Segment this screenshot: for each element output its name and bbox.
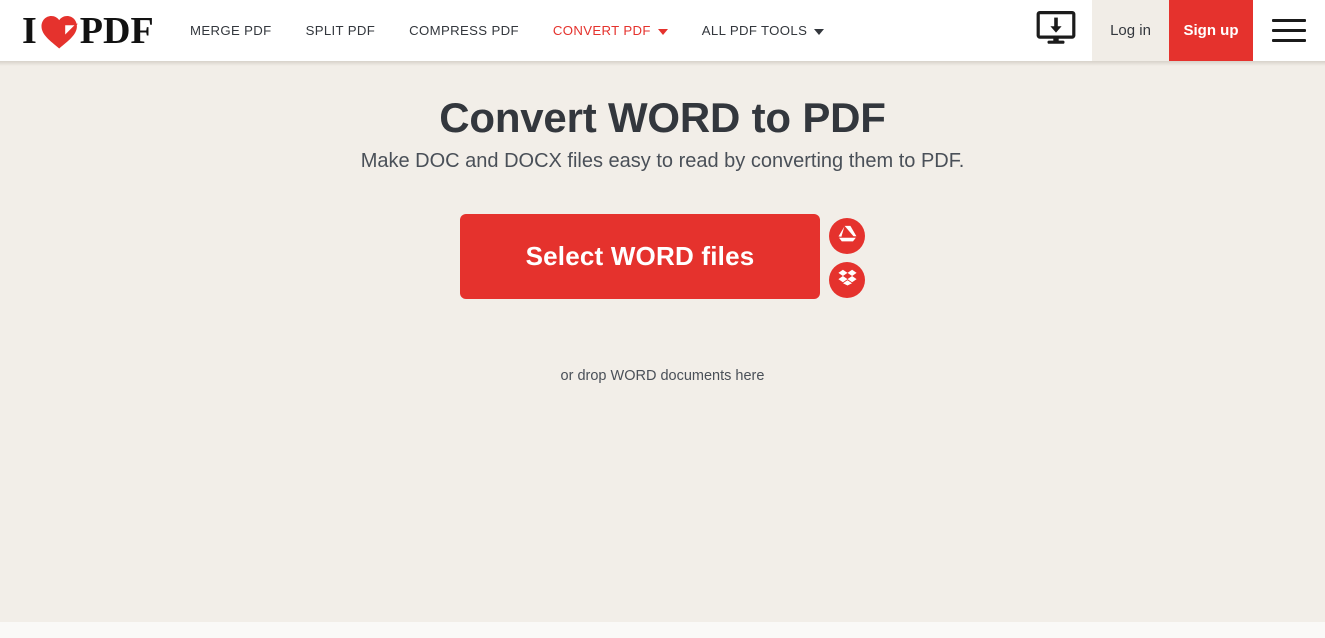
login-button[interactable]: Log in [1092,0,1169,61]
site-header: I PDF MERGE PDF SPLIT PDF COMPRESS PDF C… [0,0,1325,61]
main-content: Convert WORD to PDF Make DOC and DOCX fi… [0,61,1325,622]
cloud-import-buttons [829,214,865,298]
hamburger-menu-icon [1272,39,1306,42]
upload-cta-area: Select WORD files [0,214,1325,299]
dropbox-button[interactable] [829,262,865,298]
ilovepdf-logo[interactable]: I PDF [22,11,154,51]
chevron-down-icon [657,28,668,35]
nav-item-split-pdf[interactable]: SPLIT PDF [289,0,393,61]
nav-item-merge-pdf[interactable]: MERGE PDF [190,0,289,61]
header-actions: Log in Sign up [1020,0,1325,61]
header-shadow [0,61,1325,66]
nav-label: MERGE PDF [190,23,272,38]
nav-label: COMPRESS PDF [409,23,519,38]
signup-label: Sign up [1183,22,1239,39]
hamburger-menu-icon [1272,19,1306,22]
primary-nav: MERGE PDF SPLIT PDF COMPRESS PDF CONVERT… [190,0,841,61]
google-drive-icon [838,225,857,247]
drop-files-hint: or drop WORD documents here [560,368,765,384]
heart-fold-icon [40,14,78,50]
dropbox-icon [837,269,857,291]
nav-label: CONVERT PDF [552,23,651,38]
nav-label: ALL PDF TOOLS [701,23,808,38]
nav-item-compress-pdf[interactable]: COMPRESS PDF [392,0,536,61]
select-word-files-button[interactable]: Select WORD files [460,214,820,299]
login-label: Log in [1110,22,1151,39]
hamburger-menu-icon [1272,29,1306,32]
signup-button[interactable]: Sign up [1169,0,1253,61]
page-title: Convert WORD to PDF [439,94,886,141]
desktop-download-icon [1036,11,1076,50]
google-drive-button[interactable] [829,218,865,254]
nav-item-all-pdf-tools[interactable]: ALL PDF TOOLS [685,0,841,61]
hamburger-menu-button[interactable] [1253,0,1325,61]
nav-label: SPLIT PDF [305,23,376,38]
logo-letter-i: I [22,10,37,52]
desktop-download-button[interactable] [1020,0,1092,61]
logo-text-pdf: PDF [79,10,154,52]
nav-item-convert-pdf[interactable]: CONVERT PDF [536,0,685,61]
page-footer-strip [0,622,1325,638]
page-subtitle: Make DOC and DOCX files easy to read by … [360,150,965,172]
chevron-down-icon [814,28,825,35]
